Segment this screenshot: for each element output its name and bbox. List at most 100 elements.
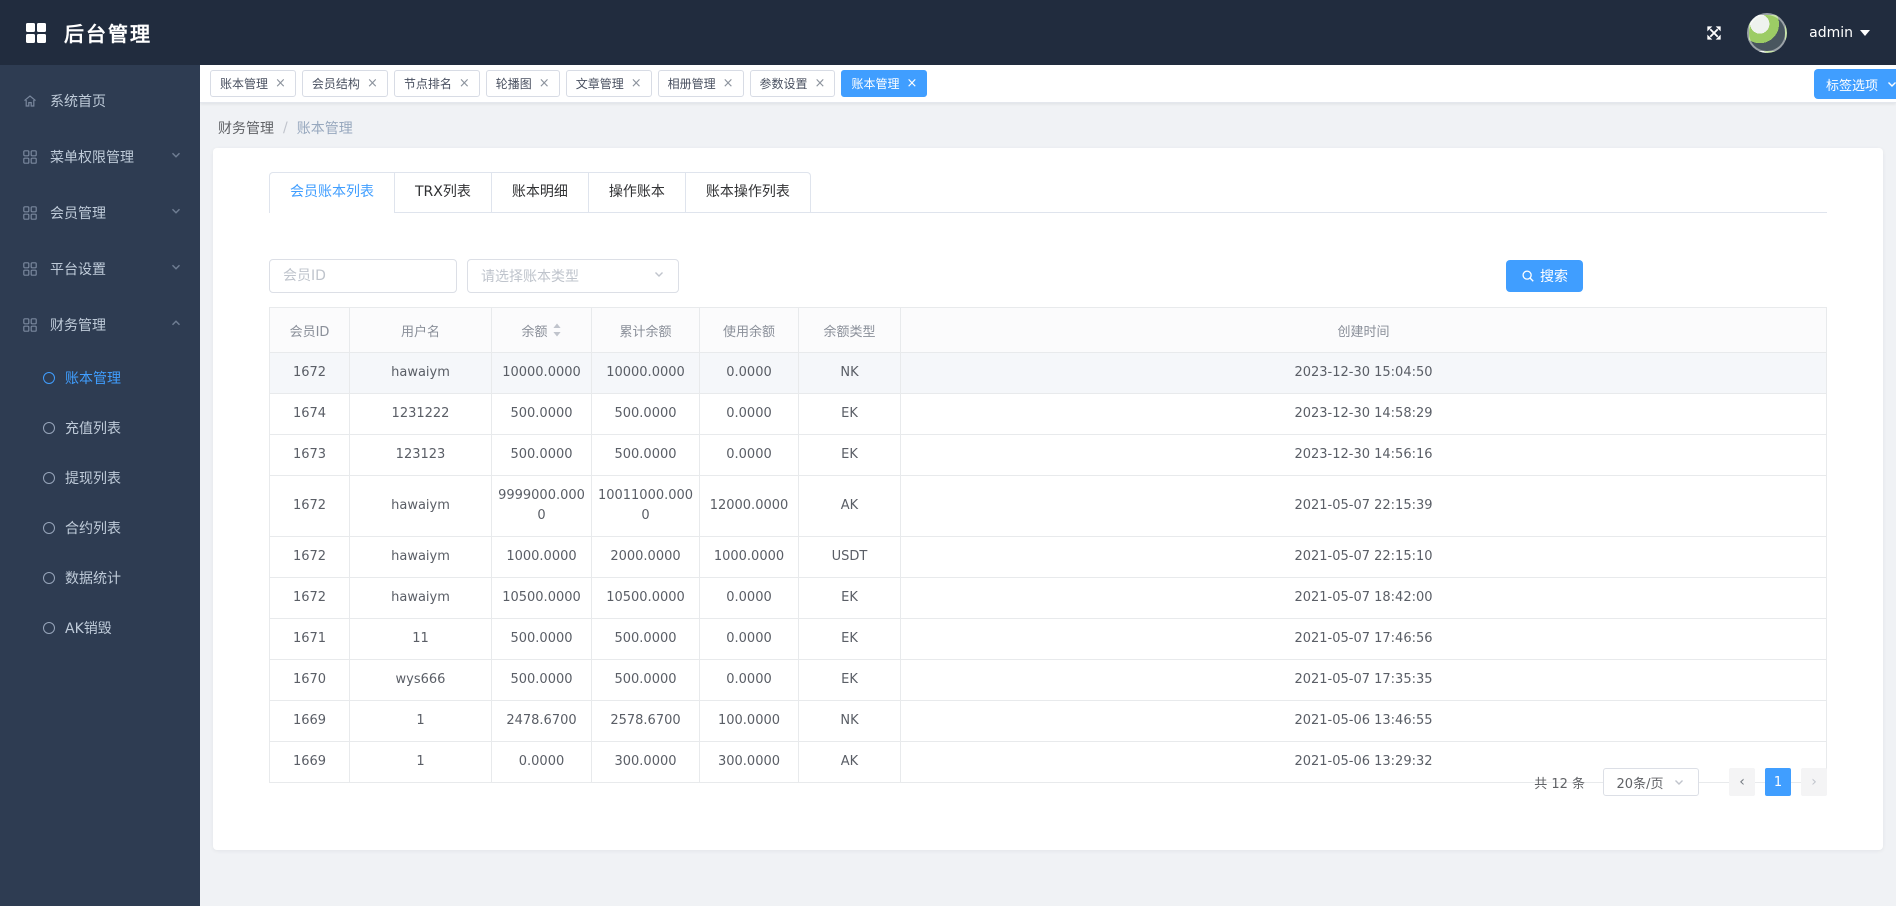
circle-icon <box>43 372 55 384</box>
table-cell: 500.0000 <box>591 393 700 435</box>
table-row: 1674 1231222 500.0000 500.0000 0.0000 EK 2023-… <box>269 393 1827 435</box>
search-button[interactable]: 搜索 <box>1506 260 1583 292</box>
tag-options-button[interactable]: 标签选项 <box>1813 69 1896 99</box>
sidebar-subitem-label: 数据统计 <box>65 571 121 587</box>
tab-close-icon[interactable]: × <box>539 77 550 90</box>
grid-icon <box>22 261 38 277</box>
content-tab[interactable]: 操作账本 <box>587 172 686 212</box>
table-cell: 10000.0000 <box>491 352 592 394</box>
tab-close-icon[interactable]: × <box>459 77 470 90</box>
sidebar-subitem[interactable]: 数据统计 <box>0 553 200 603</box>
sidebar-subitem[interactable]: AK销毁 <box>0 603 200 653</box>
sidebar-subitem[interactable]: 合约列表 <box>0 503 200 553</box>
fullscreen-icon[interactable] <box>1703 22 1725 44</box>
table-cell: 500.0000 <box>491 659 592 701</box>
chevron-down-icon <box>1675 780 1684 785</box>
tag-tab-label: 参数设置 <box>759 77 808 91</box>
table-cell: 0.0000 <box>699 577 799 619</box>
column-header-label: 累计余额 <box>619 324 672 340</box>
sidebar-item[interactable]: 平台设置 <box>0 241 200 297</box>
app-title: 后台管理 <box>64 22 152 46</box>
column-header-label: 余额 <box>521 324 548 340</box>
tab-close-icon[interactable]: × <box>275 77 286 90</box>
grid-icon <box>22 317 38 333</box>
pagination-prev-button[interactable]: ‹ <box>1729 768 1755 796</box>
tag-tab-label: 文章管理 <box>575 77 624 91</box>
account-type-select[interactable]: 请选择账本类型 <box>467 259 679 293</box>
tab-close-icon[interactable]: × <box>367 77 378 90</box>
table-cell: 1000.0000 <box>699 536 799 578</box>
table-cell: 2021-05-07 17:46:56 <box>900 618 1827 660</box>
tag-tab[interactable]: 轮播图 × <box>485 70 560 97</box>
content-tab[interactable]: TRX列表 <box>394 172 492 212</box>
table-cell: 1669 <box>269 700 350 742</box>
sidebar-subitem[interactable]: 账本管理 <box>0 353 200 403</box>
pagination-next-button[interactable]: › <box>1801 768 1827 796</box>
table-cell: hawaiym <box>349 536 492 578</box>
member-id-input[interactable] <box>269 259 457 293</box>
pagination-page-1[interactable]: 1 <box>1765 768 1791 796</box>
content-tab[interactable]: 会员账本列表 <box>269 172 395 213</box>
tab-close-icon[interactable]: × <box>631 77 642 90</box>
sidebar-item[interactable]: 菜单权限管理 <box>0 129 200 185</box>
home-icon <box>22 93 38 109</box>
table-cell: 2478.6700 <box>491 700 592 742</box>
circle-icon <box>43 472 55 484</box>
tag-tab-label: 相册管理 <box>667 77 716 91</box>
table-cell: 1670 <box>269 659 350 701</box>
avatar[interactable] <box>1747 12 1788 53</box>
tag-tab[interactable]: 文章管理 × <box>565 70 652 97</box>
column-header: 会员ID <box>269 307 350 353</box>
tag-tab-label: 账本管理 <box>851 77 900 91</box>
table-cell: 300.0000 <box>699 741 799 783</box>
tag-options-label: 标签选项 <box>1825 77 1878 93</box>
tag-tab[interactable]: 节点排名 × <box>393 70 480 97</box>
app-logo-icon <box>26 22 46 43</box>
table-row: 1671 11 500.0000 500.0000 0.0000 EK 2021-05-07… <box>269 618 1827 660</box>
table-cell: 500.0000 <box>591 659 700 701</box>
sidebar-item[interactable]: 财务管理 <box>0 297 200 353</box>
sidebar-subitem[interactable]: 提现列表 <box>0 453 200 503</box>
sidebar: 系统首页菜单权限管理会员管理平台设置财务管理账本管理 充值列表 提现列表 合约列表数据… <box>0 65 200 906</box>
table-cell: NK <box>798 352 901 394</box>
chevron-down-icon <box>653 268 665 284</box>
table-cell: 10500.0000 <box>591 577 700 619</box>
table-row: 1672 hawaiym 1000.0000 2000.0000 1000.0000 US… <box>269 536 1827 578</box>
sidebar-item-label: 菜单权限管理 <box>50 150 134 166</box>
table-cell: 0.0000 <box>699 434 799 476</box>
sort-icon[interactable] <box>548 323 562 340</box>
tag-tab[interactable]: 会员结构 × <box>301 70 388 97</box>
sidebar-item[interactable]: 系统首页 <box>0 73 200 129</box>
content-tab[interactable]: 账本明细 <box>490 172 589 212</box>
circle-icon <box>43 422 55 434</box>
sidebar-item[interactable]: 会员管理 <box>0 185 200 241</box>
table-cell: 10011000.0000 <box>591 475 700 537</box>
breadcrumb-item[interactable]: 财务管理 <box>218 118 274 138</box>
sidebar-item-label: 财务管理 <box>50 318 106 334</box>
account-type-placeholder: 请选择账本类型 <box>481 269 579 285</box>
table-cell: 1 <box>349 741 492 783</box>
table-cell: 2023-12-30 14:58:29 <box>900 393 1827 435</box>
filter-row: 请选择账本类型 搜索 <box>269 259 1827 293</box>
column-header[interactable]: 余额 <box>491 307 592 353</box>
page-size-select[interactable]: 20条/页 <box>1603 768 1699 796</box>
table-cell: 0.0000 <box>699 659 799 701</box>
table-cell: 2021-05-07 22:15:10 <box>900 536 1827 578</box>
user-menu[interactable]: admin <box>1809 25 1870 41</box>
tag-tab[interactable]: 账本管理 × <box>210 70 296 97</box>
table-cell: 500.0000 <box>491 618 592 660</box>
table-cell: 10000.0000 <box>591 352 700 394</box>
sidebar-item-label: 平台设置 <box>50 262 106 278</box>
tab-close-icon[interactable]: × <box>723 77 734 90</box>
tag-tab[interactable]: 参数设置 × <box>749 70 836 97</box>
content-tab[interactable]: 账本操作列表 <box>684 172 811 212</box>
tab-close-icon[interactable]: × <box>815 77 826 90</box>
table-cell: 1 <box>349 700 492 742</box>
column-header-label: 创建时间 <box>1337 324 1390 340</box>
table-cell: 0.0000 <box>491 741 592 783</box>
table-cell: 2021-05-07 17:35:35 <box>900 659 1827 701</box>
sidebar-subitem[interactable]: 充值列表 <box>0 403 200 453</box>
tag-tab[interactable]: 账本管理 × <box>841 70 928 97</box>
tab-close-icon[interactable]: × <box>906 77 917 90</box>
tag-tab[interactable]: 相册管理 × <box>657 70 744 97</box>
